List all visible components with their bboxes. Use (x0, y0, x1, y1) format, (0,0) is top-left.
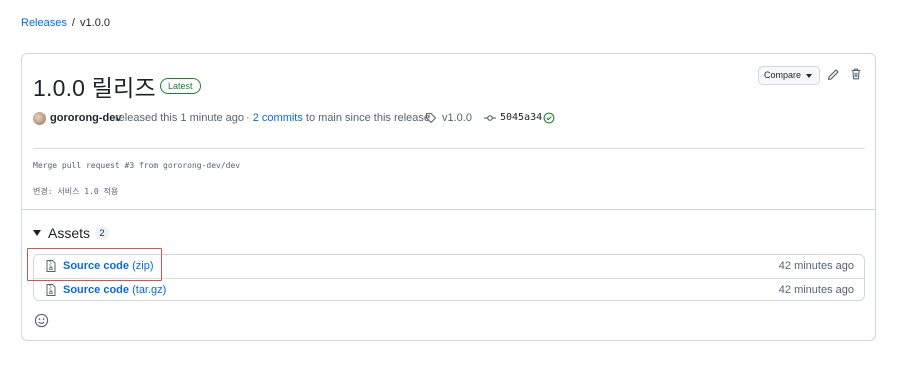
trash-icon[interactable] (849, 67, 863, 81)
breadcrumb-separator: / (71, 17, 75, 29)
avatar[interactable] (33, 112, 46, 125)
smiley-icon[interactable] (34, 313, 49, 328)
file-zip-icon (46, 284, 56, 296)
assets-count-badge: 2 (95, 226, 109, 240)
latest-badge: Latest (160, 78, 201, 94)
release-title: 1.0.0 릴리즈 (33, 75, 156, 101)
highlight-box (27, 248, 162, 281)
triangle-down-icon (33, 230, 41, 236)
released-text: released this 1 minute ago (115, 112, 245, 124)
asset-download-link[interactable]: Source code (tar.gz) (63, 284, 166, 296)
breadcrumb: Releases / v1.0.0 (21, 17, 110, 29)
asset-name: Source code (63, 284, 130, 296)
git-commit-icon (484, 115, 496, 121)
commits-separator: · (246, 112, 250, 124)
release-body-line: Merge pull request #3 from gororong-dev/… (33, 161, 241, 170)
tag-link[interactable]: v1.0.0 (442, 112, 472, 124)
asset-row: Source code (tar.gz) 42 minutes ago (34, 278, 864, 301)
section-divider (22, 209, 875, 210)
commits-info: · 2 commits to main since this release (246, 112, 430, 124)
caret-down-icon (806, 74, 812, 78)
tag-icon (425, 112, 437, 124)
assets-heading: Assets (48, 225, 91, 241)
breadcrumb-current: v1.0.0 (80, 17, 111, 29)
commits-link[interactable]: 2 commits (253, 112, 303, 124)
release-card: 1.0.0 릴리즈 Latest Compare gororong-dev re… (21, 53, 876, 341)
check-circle-icon[interactable] (543, 112, 555, 124)
divider (33, 148, 865, 149)
commits-suffix: to main since this release (305, 112, 431, 124)
author-link[interactable]: gororong-dev (50, 112, 122, 124)
asset-time: 42 minutes ago (778, 260, 854, 272)
pencil-icon[interactable] (826, 68, 840, 82)
asset-ext: (tar.gz) (132, 284, 167, 296)
release-body-line: 변경: 서비스 1.0 적용 (33, 187, 119, 196)
commit-sha-link[interactable]: 5045a34 (500, 112, 542, 123)
asset-time: 42 minutes ago (778, 284, 854, 296)
compare-button-label: Compare (764, 70, 802, 80)
breadcrumb-releases-link[interactable]: Releases (21, 17, 67, 29)
compare-button[interactable]: Compare (758, 66, 820, 85)
